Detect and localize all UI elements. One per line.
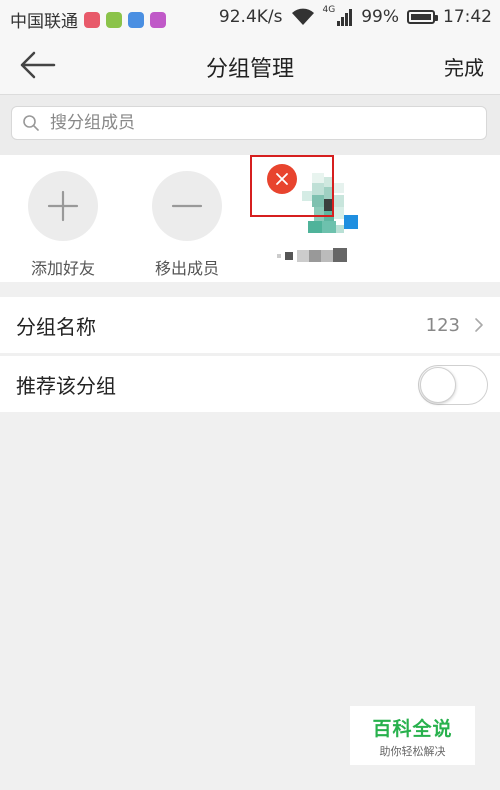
notification-app-icon	[128, 11, 144, 28]
recommend-group-label: 推荐该分组	[16, 373, 116, 398]
member-name-blurred	[277, 248, 347, 262]
notification-app-icon	[106, 11, 122, 28]
network-speed: 92.4K/s	[218, 7, 283, 27]
search-input[interactable]	[48, 112, 472, 134]
watermark-logo: 百科全说 助你轻松解决	[350, 706, 475, 765]
remove-member-label: 移出成员	[154, 259, 219, 278]
members-section: 添加好友 移出成员	[0, 155, 500, 282]
toggle-knob	[420, 367, 456, 403]
member-item	[250, 155, 362, 275]
done-button[interactable]: 完成	[444, 52, 484, 81]
status-right: 92.4K/s 4G 99% 17:42	[218, 5, 492, 27]
notification-app-icon	[84, 11, 100, 28]
group-name-label: 分组名称	[16, 314, 96, 339]
remove-member-item: 移出成员	[147, 171, 227, 279]
watermark-subtitle: 助你轻松解决	[379, 745, 446, 758]
page-title: 分组管理	[205, 57, 294, 82]
notification-app-icon	[150, 11, 166, 28]
search-box[interactable]	[11, 106, 487, 140]
wifi-icon	[291, 8, 314, 25]
battery-level	[411, 14, 431, 20]
minus-icon	[171, 204, 203, 208]
group-name-value: 123	[425, 314, 460, 336]
recommend-group-toggle[interactable]	[418, 365, 488, 405]
watermark-title: 百科全说	[372, 718, 453, 740]
signal-icon	[337, 9, 353, 26]
battery-percent: 99%	[361, 7, 399, 27]
add-friend-button[interactable]	[28, 171, 98, 241]
remove-member-button[interactable]	[152, 171, 222, 241]
status-bar: 中国联通 92.4K/s 4G 99% 17:42	[0, 0, 500, 36]
remove-member-badge[interactable]	[267, 164, 297, 194]
carrier-name: 中国联通	[10, 12, 78, 32]
battery-icon	[407, 10, 438, 24]
close-icon	[276, 173, 288, 185]
plus-icon	[47, 190, 79, 222]
top-nav-bar: 分组管理 完成	[0, 36, 500, 95]
group-name-row[interactable]: 分组名称 123	[0, 297, 500, 353]
status-left: 中国联通	[10, 7, 166, 32]
network-type: 4G	[322, 5, 336, 15]
search-icon	[23, 115, 39, 131]
add-friend-item: 添加好友	[23, 171, 103, 279]
add-friend-label: 添加好友	[30, 259, 95, 278]
clock: 17:42	[443, 7, 492, 27]
chevron-right-icon	[475, 318, 483, 332]
search-area	[0, 95, 500, 155]
recommend-group-row: 推荐该分组	[0, 356, 500, 412]
